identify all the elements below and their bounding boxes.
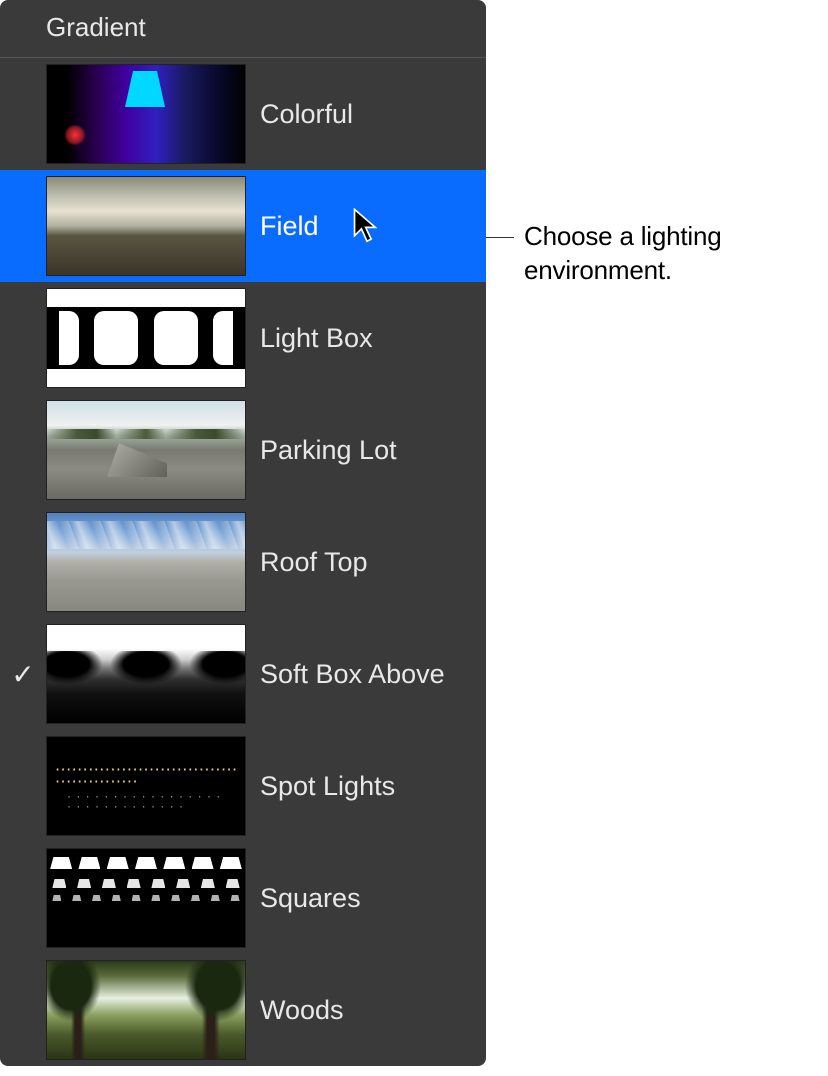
environment-item-label: Field [260, 211, 319, 242]
environment-item-label: Spot Lights [260, 771, 395, 802]
environment-item-label: Parking Lot [260, 435, 397, 466]
panel-header: Gradient [0, 0, 486, 58]
cursor-icon [352, 208, 382, 244]
environment-item-soft-box-above[interactable]: ✓ Soft Box Above [0, 618, 486, 730]
environment-item-label: Soft Box Above [260, 659, 445, 690]
environment-item-field[interactable]: Field [0, 170, 486, 282]
environment-item-spot-lights[interactable]: Spot Lights [0, 730, 486, 842]
environment-thumbnail [46, 512, 246, 612]
environment-item-label: Colorful [260, 99, 353, 130]
environment-thumbnail [46, 848, 246, 948]
environment-thumbnail [46, 176, 246, 276]
environment-item-label: Light Box [260, 323, 373, 354]
environment-thumbnail [46, 64, 246, 164]
environment-item-parking-lot[interactable]: Parking Lot [0, 394, 486, 506]
environment-item-woods[interactable]: Woods [0, 954, 486, 1066]
environment-item-squares[interactable]: Squares [0, 842, 486, 954]
callout-line [486, 237, 514, 238]
environment-thumbnail [46, 960, 246, 1060]
panel-title: Gradient [46, 12, 146, 42]
environment-item-light-box[interactable]: Light Box [0, 282, 486, 394]
environment-thumbnail [46, 288, 246, 388]
environment-item-label: Roof Top [260, 547, 368, 578]
environment-thumbnail [46, 736, 246, 836]
environment-thumbnail [46, 400, 246, 500]
checkmark-icon: ✓ [0, 658, 46, 691]
environment-item-label: Squares [260, 883, 361, 914]
environment-thumbnail [46, 624, 246, 724]
environment-item-colorful[interactable]: Colorful [0, 58, 486, 170]
environment-list: Colorful Field Light Box Parking Lot Roof To… [0, 58, 486, 1066]
callout-text: Choose a lighting environment. [524, 219, 828, 287]
environment-item-roof-top[interactable]: Roof Top [0, 506, 486, 618]
environment-item-label: Woods [260, 995, 344, 1026]
environment-menu-panel: Gradient Colorful Field Light Box Parking L… [0, 0, 486, 1066]
